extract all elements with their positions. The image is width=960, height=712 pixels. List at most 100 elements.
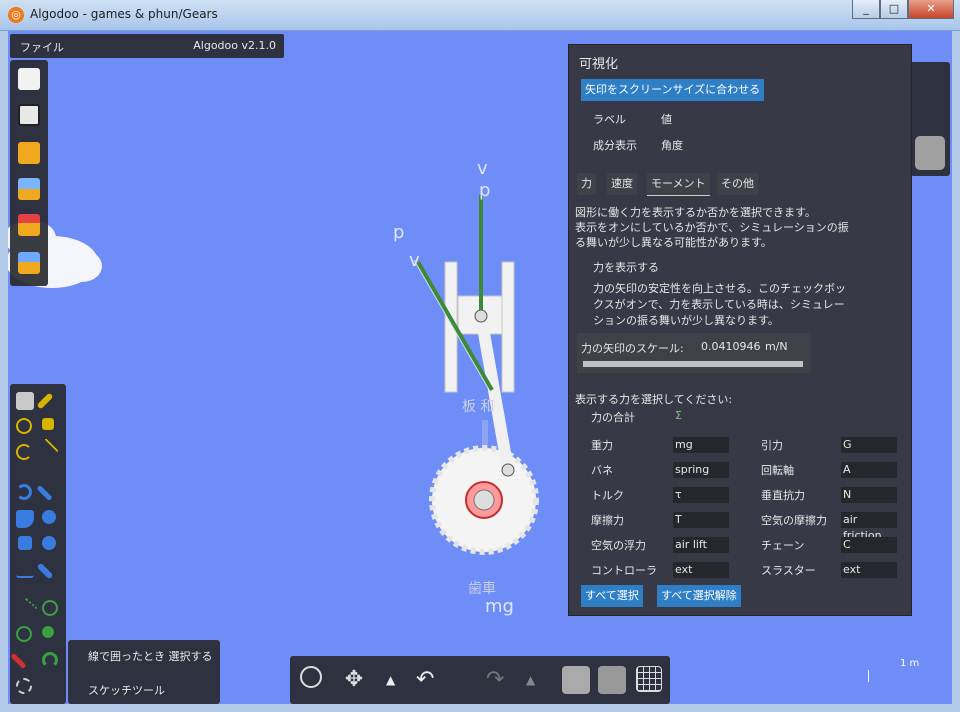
sum-label[interactable]: 力の合計 — [591, 409, 635, 425]
momentum-label-2: p — [393, 222, 405, 243]
algodoo-icon: ◎ — [8, 7, 24, 23]
tab-force[interactable]: 力 — [577, 173, 596, 195]
zoom-slider-thumb[interactable] — [915, 136, 945, 170]
tab-other[interactable]: その他 — [717, 173, 758, 195]
force-label[interactable]: コントローラ — [591, 562, 657, 578]
force-symbol-field-2[interactable]: N — [841, 487, 897, 503]
show-forces-checkbox[interactable]: 力を表示する — [593, 259, 659, 275]
scale-slider[interactable] — [583, 361, 803, 367]
eraser-tool-icon[interactable] — [16, 678, 32, 694]
gear[interactable] — [429, 445, 539, 555]
force-symbol-field[interactable]: τ — [673, 487, 729, 503]
image-folder-icon[interactable] — [18, 252, 40, 274]
deselect-all-button[interactable]: すべて選択解除 — [657, 585, 741, 607]
force-symbol-field-2[interactable]: G — [841, 437, 897, 453]
brush-tool-icon[interactable] — [36, 392, 54, 410]
file-menu[interactable]: ファイル — [20, 39, 64, 55]
pan-icon[interactable]: ✥ — [340, 666, 368, 694]
force-label-2[interactable]: 回転軸 — [761, 462, 794, 478]
cut-tool-icon[interactable] — [36, 484, 53, 502]
force-symbol-field[interactable]: spring — [673, 462, 729, 478]
close-button[interactable]: ✕ — [908, 0, 954, 19]
force-symbol-field[interactable]: mg — [673, 437, 729, 453]
laser-tool-icon[interactable] — [10, 652, 27, 670]
force-symbol-field-2[interactable]: A — [841, 462, 897, 478]
up-arrow-icon-2[interactable]: ▲ — [526, 666, 554, 694]
gravity-toggle-icon[interactable] — [562, 666, 590, 694]
tracer-tool-icon[interactable] — [42, 626, 54, 638]
force-symbol-field[interactable]: air lift — [673, 537, 729, 553]
momentum-label: p — [479, 180, 491, 201]
fixate-tool-icon[interactable] — [16, 562, 34, 578]
arrow-scale-control[interactable]: 力の矢印のスケール: 0.0410946 m/N — [577, 333, 811, 373]
velocity-label: v — [477, 158, 488, 179]
tab-moment[interactable]: モーメント — [647, 173, 710, 196]
force-label[interactable]: 空気の浮力 — [591, 537, 646, 553]
force-label[interactable]: バネ — [591, 462, 613, 478]
scale-value[interactable]: 0.0410946 — [701, 340, 761, 353]
open-folder-icon[interactable] — [18, 142, 40, 164]
browse-scenes-icon[interactable] — [18, 178, 40, 200]
title-bar[interactable]: ◎ Algodoo - games & phun/Gears _ □ ✕ — [0, 0, 960, 31]
axle-tool-icon[interactable] — [16, 626, 32, 642]
fit-arrows-button[interactable]: 矢印をスクリーンサイズに合わせる — [581, 79, 765, 101]
zoom-icon[interactable] — [300, 666, 322, 688]
redo-icon[interactable]: ↷ — [486, 666, 514, 694]
photo-icon[interactable] — [18, 214, 40, 236]
gear-tool-icon[interactable] — [42, 510, 56, 524]
air-toggle-icon[interactable] — [598, 666, 626, 694]
rope-tool-icon[interactable] — [16, 484, 32, 500]
force-symbol-field[interactable]: ext — [673, 562, 729, 578]
hinge-tool-icon[interactable] — [36, 562, 54, 580]
force-symbol-field[interactable]: T — [673, 512, 729, 528]
stability-line-2: クスがオンで、力を表示している時は、シミュレー — [593, 298, 845, 311]
force-label[interactable]: 重力 — [591, 437, 613, 453]
sketch-tool-icon[interactable] — [16, 392, 34, 410]
new-scene-icon[interactable] — [18, 68, 40, 90]
window-frame-right — [952, 30, 960, 712]
window-title: Algodoo - games & phun/Gears — [30, 7, 218, 21]
up-arrow-icon[interactable]: ▲ — [386, 666, 414, 694]
force-symbol-field-2[interactable]: air friction — [841, 512, 897, 542]
force-label-2[interactable]: 引力 — [761, 437, 783, 453]
chain-tool-icon[interactable] — [11, 596, 39, 624]
select-all-button[interactable]: すべて選択 — [581, 585, 643, 607]
drag-tool-icon[interactable] — [42, 418, 54, 430]
plane-tool-icon[interactable] — [16, 510, 34, 528]
lasso-select-option[interactable]: 線で囲ったとき 選択する — [88, 648, 213, 664]
menu-bar: ファイル Algodoo v2.1.0 — [10, 34, 284, 58]
draw-toolbar — [10, 384, 66, 704]
rotate-tool-icon[interactable] — [16, 444, 32, 460]
force-label[interactable]: トルク — [591, 487, 624, 503]
panel-title: 可視化 — [579, 57, 619, 72]
move-tool-icon[interactable] — [16, 418, 32, 434]
force-label-2[interactable]: 空気の摩擦力 — [761, 512, 827, 528]
force-label-2[interactable]: チェーン — [761, 537, 804, 553]
maximize-button[interactable]: □ — [880, 0, 908, 19]
force-label[interactable]: 摩擦力 — [591, 512, 624, 528]
grid-icon[interactable] — [636, 666, 662, 692]
circle-tool-icon[interactable] — [42, 536, 56, 550]
bottom-toolbar: ✥ ▲ ↶ ↷ ▲ — [290, 656, 670, 704]
force-symbol-field-2[interactable]: ext — [841, 562, 897, 578]
file-toolbar — [10, 60, 48, 286]
description-line-1: 図形に働く力を表示するか否かを選択できます。 — [575, 206, 816, 219]
description-line-3: る舞いが少し異なる可能性があります。 — [575, 236, 772, 249]
thruster-tool-icon[interactable] — [42, 652, 58, 668]
label-option[interactable]: ラベル — [593, 111, 626, 127]
components-option[interactable]: 成分表示 — [593, 137, 637, 153]
force-label-2[interactable]: スラスター — [761, 562, 816, 578]
save-icon[interactable] — [18, 104, 40, 126]
minimize-button[interactable]: _ — [852, 0, 880, 19]
scale-ruler — [868, 670, 869, 682]
force-symbol-field-2[interactable]: C — [841, 537, 897, 553]
tab-velocity[interactable]: 速度 — [607, 173, 637, 195]
spring-tool-icon[interactable] — [42, 600, 58, 616]
angle-option[interactable]: 角度 — [661, 137, 683, 153]
scale-tool-icon[interactable] — [43, 438, 59, 454]
undo-icon[interactable]: ↶ — [416, 666, 444, 694]
value-option[interactable]: 値 — [661, 111, 672, 127]
force-label-2[interactable]: 垂直抗力 — [761, 487, 805, 503]
sketch-tool-option[interactable]: スケッチツール — [88, 682, 165, 698]
box-tool-icon[interactable] — [18, 536, 32, 550]
